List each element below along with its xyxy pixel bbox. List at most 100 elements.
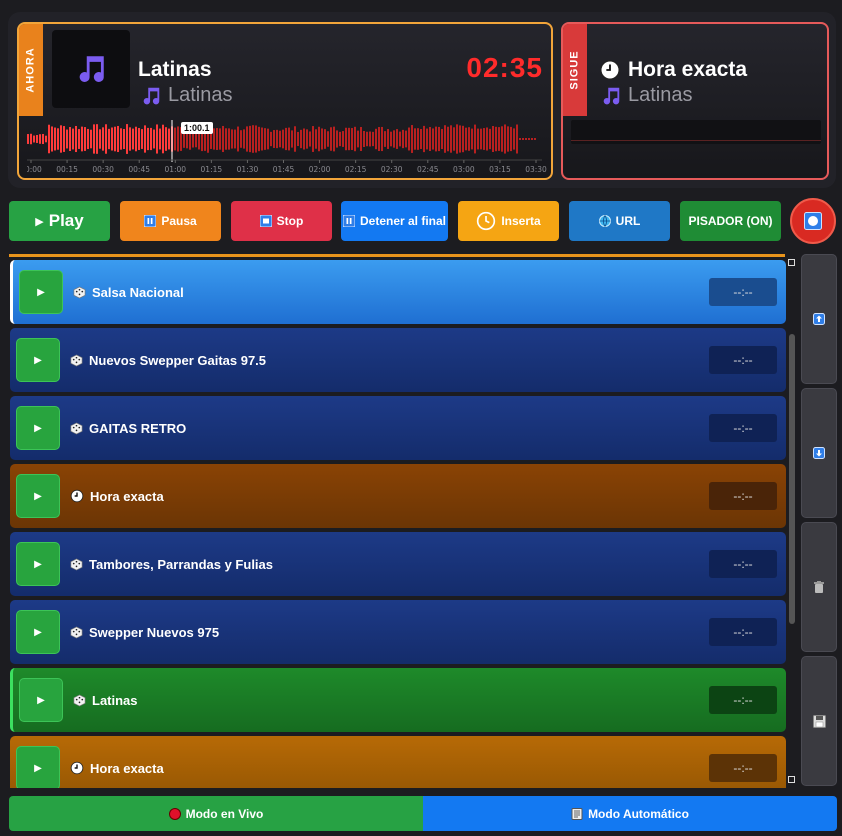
- row-play-button[interactable]: ▶: [19, 270, 63, 314]
- waveform-bar: [132, 128, 134, 150]
- waveform-bar: [318, 126, 320, 152]
- stop-icon: [259, 215, 272, 227]
- row-play-button[interactable]: ▶: [16, 610, 60, 654]
- waveform-bar: [126, 124, 128, 154]
- playlist-row[interactable]: ▶ GAITAS RETRO --:--: [10, 396, 786, 460]
- next-tag: SIGUE: [563, 24, 587, 116]
- scroll-up-cap[interactable]: [788, 259, 795, 266]
- waveform-bar: [273, 130, 275, 148]
- next-title-row: Hora exacta: [599, 58, 747, 82]
- move-up-button[interactable]: [801, 254, 837, 384]
- live-mode-button[interactable]: Modo en Vivo: [9, 796, 423, 831]
- row-duration: --:--: [709, 278, 777, 306]
- waveform-bar: [246, 126, 248, 152]
- save-button[interactable]: [801, 656, 837, 786]
- waveform-bar: [159, 128, 161, 150]
- music-note-icon: [79, 56, 104, 82]
- waveform-bar: [501, 126, 503, 152]
- playlist-row[interactable]: ▶ Hora exacta --:--: [10, 464, 786, 528]
- time-tick-label: 00:15: [56, 165, 78, 174]
- delete-button[interactable]: [801, 522, 837, 652]
- waveform-bar: [321, 128, 323, 150]
- clock-icon: [70, 489, 84, 503]
- scroll-down-cap[interactable]: [788, 776, 795, 783]
- waveform-bar: [36, 135, 38, 143]
- waveform-bar: [495, 126, 497, 152]
- record-button[interactable]: [790, 198, 836, 244]
- playlist-row[interactable]: ▶ Tambores, Parrandas y Fulias --:--: [10, 532, 786, 596]
- waveform-bar: [345, 127, 347, 151]
- row-duration: --:--: [709, 618, 777, 646]
- waveform-bar: [276, 129, 278, 149]
- waveform-bar: [465, 127, 467, 151]
- play-icon: ▶: [34, 762, 42, 774]
- waveform-bar: [339, 131, 341, 147]
- waveform-graph[interactable]: 00:00 00:15 00:30 00:45 01:00 01:15 01:30 01:45…: [20, 120, 547, 176]
- playlist-row[interactable]: ▶ Nuevos Swepper Gaitas 97.5 --:--: [10, 328, 786, 392]
- waveform-bar: [27, 134, 29, 144]
- play-button[interactable]: ▶ Play: [9, 201, 110, 241]
- waveform-bar: [30, 133, 32, 145]
- waveform-bar: [498, 127, 500, 151]
- row-play-button[interactable]: ▶: [16, 406, 60, 450]
- progress-divider: [9, 254, 785, 257]
- row-play-button[interactable]: ▶: [19, 678, 63, 722]
- playlist-row[interactable]: ▶ Salsa Nacional --:--: [10, 260, 786, 324]
- waveform-bar: [522, 138, 524, 140]
- playlist-row[interactable]: ▶ Hora exacta --:--: [10, 736, 786, 788]
- row-name: Hora exacta: [70, 464, 164, 528]
- stop-at-end-button[interactable]: Detener al final: [341, 201, 448, 241]
- waveform-bar: [462, 125, 464, 153]
- playlist-row[interactable]: ▶ Latinas --:--: [10, 668, 786, 732]
- waveform-bar: [240, 130, 242, 148]
- stop-button[interactable]: Stop: [231, 201, 332, 241]
- waveform-bar: [438, 126, 440, 152]
- waveform-bar: [39, 134, 41, 144]
- waveform-bar: [408, 127, 410, 151]
- pause-button[interactable]: Pausa: [120, 201, 221, 241]
- waveform-bar: [264, 128, 266, 150]
- waveform-bar: [102, 127, 104, 151]
- waveform-bar: [297, 131, 299, 147]
- row-play-button[interactable]: ▶: [16, 474, 60, 518]
- waveform-bar: [450, 125, 452, 153]
- waveform-bar: [354, 126, 356, 152]
- row-play-button[interactable]: ▶: [16, 338, 60, 382]
- play-icon: ▶: [37, 694, 45, 706]
- move-down-button[interactable]: [801, 388, 837, 518]
- waveform-bar: [330, 127, 332, 151]
- waveform-bar: [456, 124, 458, 154]
- waveform-bar: [363, 130, 365, 148]
- url-button[interactable]: URL: [569, 201, 670, 241]
- waveform-bar: [165, 127, 167, 151]
- waveform-bar: [453, 127, 455, 151]
- waveform-bar: [507, 126, 509, 152]
- waveform-bar: [99, 129, 101, 149]
- waveform-bar: [261, 127, 263, 151]
- row-play-button[interactable]: ▶: [16, 542, 60, 586]
- waveform-bar: [33, 135, 35, 143]
- waveform-bar: [417, 128, 419, 150]
- waveform-bar: [234, 129, 236, 149]
- insert-button[interactable]: Inserta: [458, 201, 559, 241]
- pisador-toggle-button[interactable]: PISADOR (ON): [680, 201, 781, 241]
- row-name: Nuevos Swepper Gaitas 97.5: [70, 328, 266, 392]
- waveform-bar: [315, 129, 317, 149]
- play-icon: ▶: [34, 422, 42, 434]
- waveform-bar: [306, 129, 308, 149]
- scrollbar-thumb[interactable]: [789, 334, 795, 624]
- waveform-bar: [336, 130, 338, 148]
- auto-mode-button[interactable]: Modo Automático: [423, 796, 837, 831]
- waveform-bar: [108, 128, 110, 150]
- play-icon: ▶: [34, 490, 42, 502]
- playlist: ▶ Salsa Nacional --:-- ▶ Nuevos Swepper Gait…: [10, 260, 786, 788]
- playlist-row[interactable]: ▶ Swepper Nuevos 975 --:--: [10, 600, 786, 664]
- waveform-bar: [459, 125, 461, 153]
- waveform-bar: [63, 126, 65, 152]
- time-tick-label: 02:45: [417, 165, 439, 174]
- waveform-bar: [150, 127, 152, 151]
- row-play-button[interactable]: ▶: [16, 746, 60, 788]
- waveform-bar: [105, 124, 107, 154]
- waveform-bar: [423, 125, 425, 153]
- waveform[interactable]: 00:00 00:15 00:30 00:45 01:00 01:15 01:30 01:45…: [20, 120, 547, 176]
